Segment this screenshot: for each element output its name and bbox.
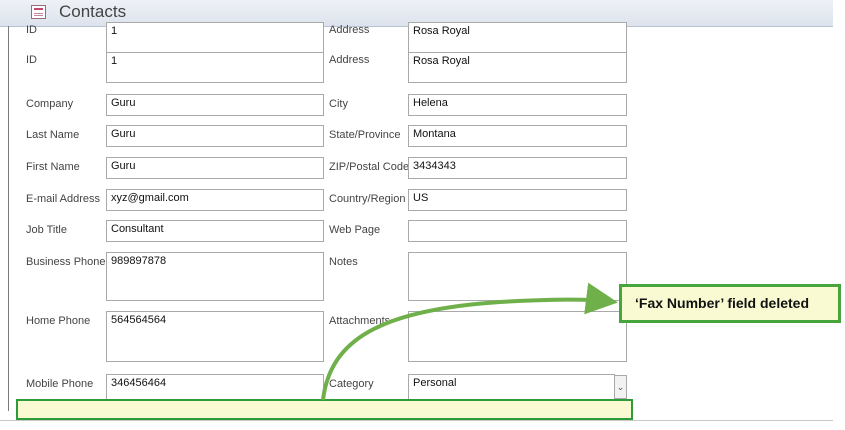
chevron-down-icon: ⌄ bbox=[616, 382, 625, 392]
company-field[interactable]: Guru bbox=[106, 94, 324, 116]
annotation-callout: ‘Fax Number’ field deleted bbox=[619, 284, 841, 323]
id-field-2[interactable]: 1 bbox=[106, 52, 324, 83]
id-label: ID bbox=[26, 24, 37, 36]
first-name-field[interactable]: Guru bbox=[106, 157, 324, 179]
address-field-2[interactable]: Rosa Royal bbox=[408, 52, 627, 83]
address-label: Address bbox=[329, 24, 370, 36]
notes-label: Notes bbox=[329, 256, 358, 268]
email-label: E-mail Address bbox=[26, 193, 100, 205]
category-dropdown-button[interactable]: ⌄ bbox=[614, 375, 627, 399]
last-name-field[interactable]: Guru bbox=[106, 125, 324, 147]
city-field[interactable]: Helena bbox=[408, 94, 627, 116]
job-title-field[interactable]: Consultant bbox=[106, 220, 324, 242]
category-label: Category bbox=[329, 378, 374, 390]
state-label: State/Province bbox=[329, 129, 401, 141]
home-phone-label: Home Phone bbox=[26, 315, 91, 327]
business-phone-field[interactable]: 989897878 bbox=[106, 252, 324, 301]
deleted-fax-field-highlight bbox=[16, 399, 633, 420]
form-title: Contacts bbox=[59, 2, 127, 21]
email-field[interactable]: xyz@gmail.com bbox=[106, 189, 324, 211]
id-field[interactable]: 1 bbox=[106, 22, 324, 53]
last-name-label: Last Name bbox=[26, 129, 80, 141]
form-bottom-border bbox=[0, 420, 833, 421]
category-select[interactable]: Personal bbox=[408, 374, 615, 400]
form-left-border bbox=[8, 26, 9, 411]
id-label-2: ID bbox=[26, 54, 37, 66]
company-label: Company bbox=[26, 98, 74, 110]
country-field[interactable]: US bbox=[408, 189, 627, 211]
notes-field[interactable] bbox=[408, 252, 627, 301]
home-phone-field[interactable]: 564564564 bbox=[106, 311, 324, 362]
country-label: Country/Region bbox=[329, 193, 406, 205]
address-label-2: Address bbox=[329, 54, 370, 66]
attachments-label: Attachments bbox=[329, 315, 391, 327]
business-phone-label: Business Phone bbox=[26, 256, 106, 268]
address-field[interactable]: Rosa Royal bbox=[408, 22, 627, 53]
job-title-label: Job Title bbox=[26, 224, 67, 236]
city-label: City bbox=[329, 98, 348, 110]
zip-label: ZIP/Postal Code bbox=[329, 161, 410, 173]
state-field[interactable]: Montana bbox=[408, 125, 627, 147]
mobile-phone-label: Mobile Phone bbox=[26, 378, 94, 390]
web-page-field[interactable] bbox=[408, 220, 627, 242]
web-page-label: Web Page bbox=[329, 224, 381, 236]
attachments-field[interactable] bbox=[408, 311, 627, 362]
form-icon bbox=[31, 5, 46, 19]
zip-field[interactable]: 3434343 bbox=[408, 157, 627, 179]
first-name-label: First Name bbox=[26, 161, 80, 173]
